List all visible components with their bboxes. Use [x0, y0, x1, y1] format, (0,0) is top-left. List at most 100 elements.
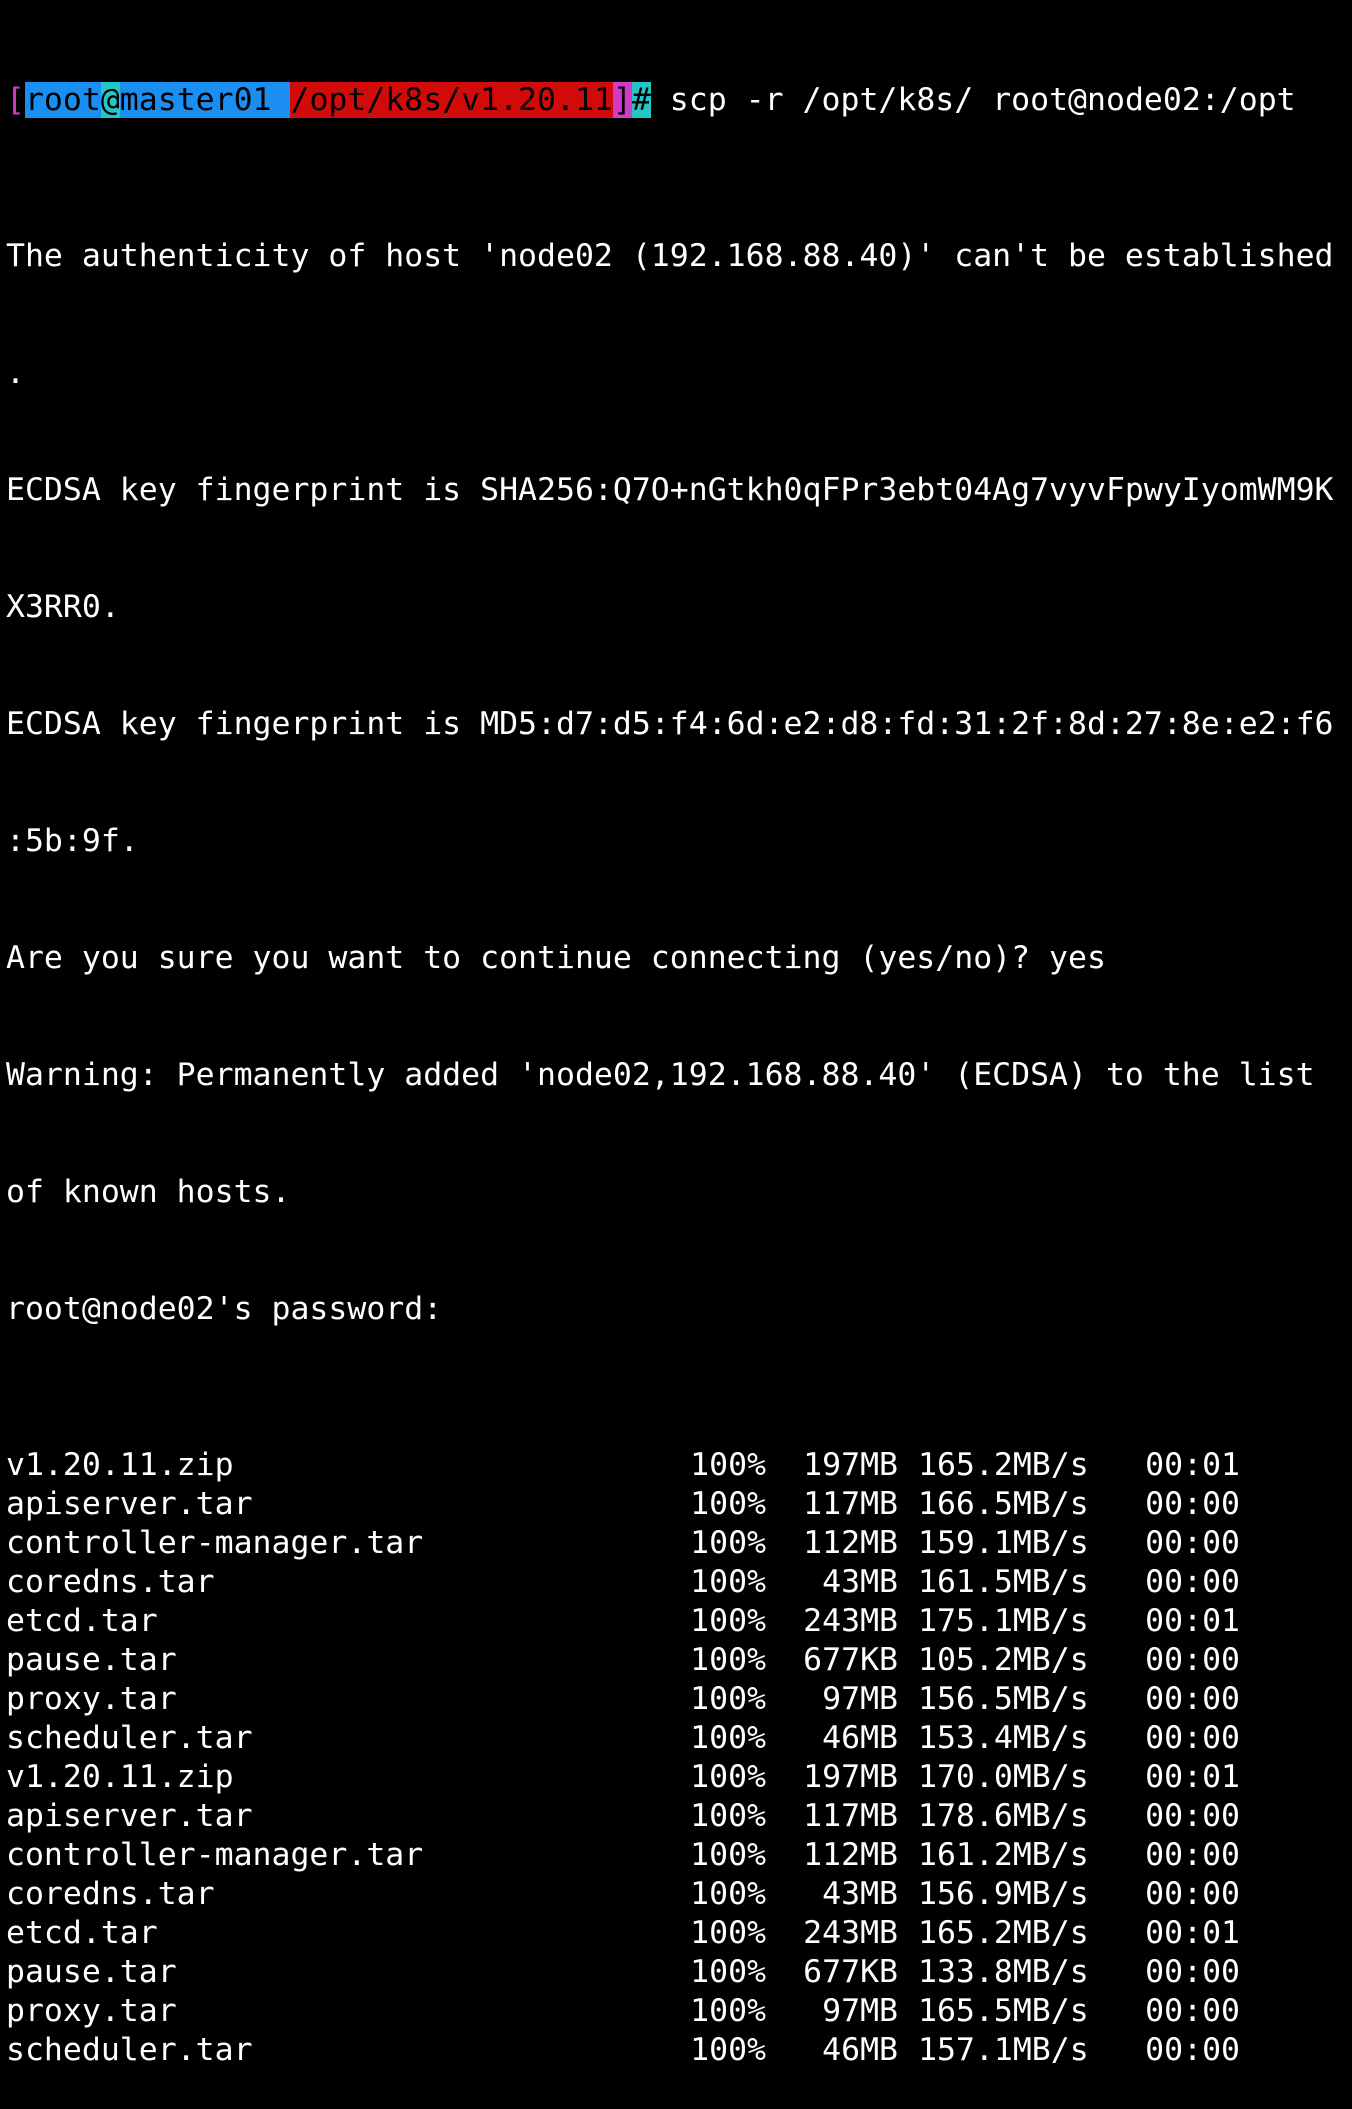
elapsed-time: 00:00	[1145, 1642, 1240, 1678]
elapsed-time: 00:01	[1145, 1915, 1240, 1951]
output-line: The authenticity of host 'node02 (192.16…	[6, 238, 1334, 274]
transfer-row: controller-manager.tar 100% 112MB 159.1MB/s…	[6, 1524, 1346, 1563]
elapsed-time: 00:01	[1145, 1603, 1240, 1639]
elapsed-time: 00:00	[1145, 1837, 1240, 1873]
transfer-percent: 100%	[690, 1447, 766, 1483]
transfer-row: proxy.tar 100% 97MB 165.5MB/s 00:00	[6, 1992, 1346, 2031]
transfer-row: controller-manager.tar 100% 112MB 161.2MB/s…	[6, 1836, 1346, 1875]
file-name: scheduler.tar	[6, 2032, 253, 2068]
command-text: scp -r /opt/k8s/ root@node02:/opt	[650, 82, 1296, 118]
elapsed-time: 00:00	[1145, 1486, 1240, 1522]
output-line: ECDSA key fingerprint is MD5:d7:d5:f4:6d…	[6, 706, 1334, 742]
transfer-percent: 100%	[690, 1759, 766, 1795]
file-name: v1.20.11.zip	[6, 1447, 234, 1483]
transfer-percent: 100%	[690, 1876, 766, 1912]
file-size: 117MB	[803, 1798, 898, 1834]
output-line: ECDSA key fingerprint is SHA256:Q7O+nGtk…	[6, 472, 1334, 508]
transfer-row: proxy.tar 100% 97MB 156.5MB/s 00:00	[6, 1680, 1346, 1719]
prompt-open-bracket: [	[6, 82, 25, 118]
transfer-rate: 159.1MB/s	[918, 1525, 1089, 1561]
terminal-window[interactable]: [root@master01 /opt/k8s/v1.20.11]# scp -…	[6, 3, 1346, 2109]
file-name: pause.tar	[6, 1642, 177, 1678]
transfer-percent: 100%	[690, 1720, 766, 1756]
file-name: proxy.tar	[6, 1993, 177, 2029]
output-line: Are you sure you want to continue connec…	[6, 940, 1106, 976]
prompt-close-bracket: ]	[612, 82, 632, 118]
transfer-row: apiserver.tar 100% 117MB 178.6MB/s 00:00	[6, 1797, 1346, 1836]
elapsed-time: 00:01	[1145, 1447, 1240, 1483]
file-name: controller-manager.tar	[6, 1525, 424, 1561]
file-size: 112MB	[803, 1837, 898, 1873]
password-prompt: root@node02's password:	[6, 1291, 443, 1327]
file-size: 43MB	[822, 1564, 898, 1600]
elapsed-time: 00:00	[1145, 1525, 1240, 1561]
transfer-percent: 100%	[690, 1837, 766, 1873]
prompt-at-sign: @	[100, 82, 120, 118]
transfer-row: scheduler.tar 100% 46MB 157.1MB/s 00:00	[6, 2031, 1346, 2070]
file-size: 677KB	[803, 1642, 898, 1678]
file-size: 677KB	[803, 1954, 898, 1990]
elapsed-time: 00:00	[1145, 1993, 1240, 2029]
transfer-percent: 100%	[690, 1525, 766, 1561]
transfer-row: v1.20.11.zip 100% 197MB 165.2MB/s 00:01	[6, 1446, 1346, 1485]
transfer-rate: 161.5MB/s	[918, 1564, 1089, 1600]
file-size: 243MB	[803, 1915, 898, 1951]
file-size: 97MB	[822, 1993, 898, 2029]
file-name: controller-manager.tar	[6, 1837, 424, 1873]
output-line: Warning: Permanently added 'node02,192.1…	[6, 1057, 1315, 1093]
elapsed-time: 00:00	[1145, 2032, 1240, 2068]
transfer-rate: 157.1MB/s	[918, 2032, 1089, 2068]
transfer-rate: 156.9MB/s	[918, 1876, 1089, 1912]
elapsed-time: 00:00	[1145, 1681, 1240, 1717]
elapsed-time: 00:01	[1145, 1759, 1240, 1795]
transfer-rate: 178.6MB/s	[918, 1798, 1089, 1834]
transfer-row: etcd.tar 100% 243MB 165.2MB/s 00:01	[6, 1914, 1346, 1953]
file-size: 43MB	[822, 1876, 898, 1912]
file-size: 117MB	[803, 1486, 898, 1522]
file-name: coredns.tar	[6, 1876, 215, 1912]
elapsed-time: 00:00	[1145, 1954, 1240, 1990]
transfer-rate: 105.2MB/s	[918, 1642, 1089, 1678]
transfer-rate: 175.1MB/s	[918, 1603, 1089, 1639]
elapsed-time: 00:00	[1145, 1564, 1240, 1600]
transfer-row: v1.20.11.zip 100% 197MB 170.0MB/s 00:01	[6, 1758, 1346, 1797]
prompt-path: /opt/k8s/v1.20.11	[290, 82, 613, 118]
file-size: 46MB	[822, 2032, 898, 2068]
output-line: of known hosts.	[6, 1174, 291, 1210]
transfer-rate: 156.5MB/s	[918, 1681, 1089, 1717]
file-name: etcd.tar	[6, 1603, 158, 1639]
file-size: 46MB	[822, 1720, 898, 1756]
transfer-rate: 165.2MB/s	[918, 1447, 1089, 1483]
transfer-percent: 100%	[690, 1915, 766, 1951]
output-line: X3RR0.	[6, 589, 120, 625]
file-size: 197MB	[803, 1759, 898, 1795]
transfer-rate: 165.5MB/s	[918, 1993, 1089, 2029]
transfer-percent: 100%	[690, 1954, 766, 1990]
elapsed-time: 00:00	[1145, 1798, 1240, 1834]
output-line: :5b:9f.	[6, 823, 139, 859]
transfer-rate: 133.8MB/s	[918, 1954, 1089, 1990]
file-name: pause.tar	[6, 1954, 177, 1990]
transfer-list: v1.20.11.zip 100% 197MB 165.2MB/s 00:01 apise…	[6, 1446, 1346, 2070]
transfer-percent: 100%	[690, 1798, 766, 1834]
file-size: 243MB	[803, 1603, 898, 1639]
transfer-row: scheduler.tar 100% 46MB 153.4MB/s 00:00	[6, 1719, 1346, 1758]
elapsed-time: 00:00	[1145, 1876, 1240, 1912]
transfer-row: etcd.tar 100% 243MB 175.1MB/s 00:01	[6, 1602, 1346, 1641]
transfer-row: coredns.tar 100% 43MB 156.9MB/s 00:00	[6, 1875, 1346, 1914]
transfer-row: apiserver.tar 100% 117MB 166.5MB/s 00:00	[6, 1485, 1346, 1524]
file-name: coredns.tar	[6, 1564, 215, 1600]
transfer-row: pause.tar 100% 677KB 133.8MB/s 00:00	[6, 1953, 1346, 1992]
transfer-percent: 100%	[690, 1993, 766, 2029]
transfer-percent: 100%	[690, 1486, 766, 1522]
file-size: 197MB	[803, 1447, 898, 1483]
elapsed-time: 00:00	[1145, 1720, 1240, 1756]
prompt-user: root	[24, 82, 101, 118]
transfer-percent: 100%	[690, 1603, 766, 1639]
transfer-percent: 100%	[690, 2032, 766, 2068]
prompt-host: master01	[119, 82, 291, 118]
output-line: .	[6, 355, 25, 391]
transfer-row: coredns.tar 100% 43MB 161.5MB/s 00:00	[6, 1563, 1346, 1602]
file-name: scheduler.tar	[6, 1720, 253, 1756]
file-name: etcd.tar	[6, 1915, 158, 1951]
